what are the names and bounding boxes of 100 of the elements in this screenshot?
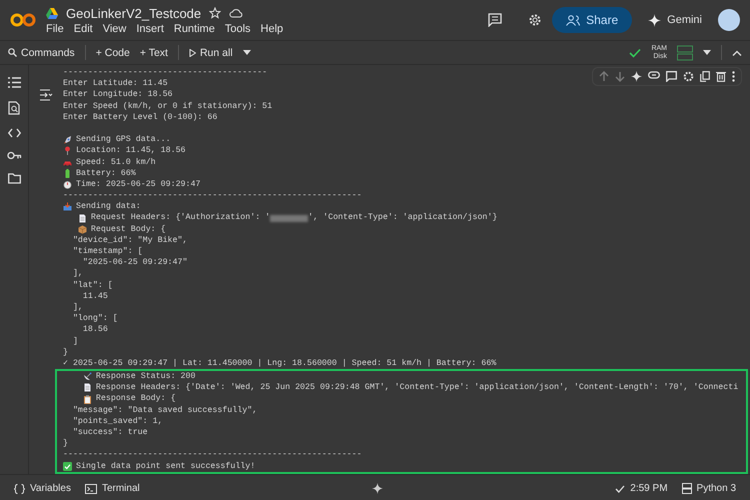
arrow-up-icon[interactable] [599,71,609,82]
find-icon[interactable] [8,101,20,115]
output-line: Battery: 66% [76,168,136,179]
output-line: Enter Longitude: 18.56 [63,89,173,101]
execution-time: 2:59 PM [630,483,668,494]
variables-button[interactable]: Variables [14,483,71,494]
output-line: } [63,346,68,358]
comment-icon[interactable] [666,71,677,82]
people-icon [566,14,580,26]
tray-icon [63,202,72,212]
output-line: "device_id": "My Bike", [72,234,188,246]
share-button[interactable]: Share [552,7,632,33]
key-icon[interactable] [6,151,22,160]
sparkle-icon[interactable] [372,483,384,494]
link-icon[interactable] [648,71,660,79]
output-line: Location: 11.45, 18.56 [76,145,186,157]
terminal-button[interactable]: Terminal [84,483,140,494]
check-icon [629,48,642,58]
drive-icon [46,8,58,18]
commands-button[interactable]: Commands [8,46,75,58]
server-icon [682,483,692,494]
gemini-button[interactable]: Gemini [642,12,708,28]
output-line: ', 'Content-Type': 'application/json'} [308,212,498,224]
menu-item[interactable]: View [102,22,126,34]
output-line: "lat": [ [72,280,113,291]
output-line: ----------------------------------------- [63,67,268,78]
settings-icon[interactable] [683,71,694,82]
output-line: "timestamp": [ [72,246,143,258]
output-line: ✓ 2025-06-25 09:29:47 | Lat: 11.450000 | Lng: 18.560000 | Speed: 51 km/h | Battery: 66% [63,358,496,370]
output-line: Speed: 51.0 km/h [76,156,156,168]
check-icon [615,484,626,492]
output-line: ------------------------------------------------------------ [63,449,362,461]
output-line: "points_saved": 1, [72,416,163,428]
output-line: Enter Latitude: 11.45 [63,78,168,90]
output-line: ], [72,268,83,280]
notebook-title[interactable]: GeoLinkerV2_Testcode [66,6,202,20]
menu-item[interactable]: Tools [224,22,251,34]
satellite-dish-icon [82,372,92,382]
output-toggle-icon[interactable] [39,89,53,101]
rocket-icon [63,135,72,144]
menu-item[interactable]: File [46,22,64,34]
check-box-icon [63,462,72,471]
run-all-button[interactable]: Run all [188,46,233,58]
folder-icon[interactable] [8,173,20,184]
braces-icon [14,484,25,494]
sparkle-icon[interactable] [631,71,642,82]
trash-icon[interactable] [716,71,726,82]
output-line: Request Headers: {'Authorization': ' [90,212,270,224]
add-code-button[interactable]: + Code [96,46,130,58]
output-line: Sending GPS data... [76,134,171,146]
output-line: Request Body: { [90,224,166,235]
add-text-button[interactable]: + Text [140,46,168,58]
toc-icon[interactable] [8,77,20,88]
search-icon [8,48,17,57]
play-icon [188,48,196,56]
output-line: ], [72,302,83,314]
output-line: Time: 2025-06-25 09:29:47 [76,178,200,190]
stopwatch-icon [63,180,72,189]
code-icon[interactable] [8,128,20,138]
output-line: Enter Speed (km/h, or 0 if stationary): 51 [63,100,272,112]
output-line: } [63,438,68,450]
logo-icon [10,12,36,28]
output-line: 18.56 [82,324,108,336]
battery-icon [63,168,72,178]
runtime-button[interactable]: Python 3 [682,483,736,494]
settings-icon[interactable] [528,13,542,27]
terminal-icon [84,484,97,494]
output-line: Sending data: [76,201,141,212]
output-line: Response Headers: {'Date': 'Wed, 25 Jun 2025 09:29:48 GMT', 'Content-Type': 'application/json', 'Content-Length': '70', 'Connecti [96,382,738,394]
package-icon [78,224,87,234]
page-icon [82,383,92,392]
star-icon[interactable] [209,7,222,19]
output-line: ] [72,336,78,347]
caret-icon[interactable] [242,50,251,55]
copy-icon[interactable] [700,71,710,82]
output-line: 11.45 [82,290,108,302]
output-line: "message": "Data saved successfully", [72,404,258,416]
more-icon[interactable] [732,71,735,82]
clipboard-icon [82,394,92,404]
cloud-icon [229,8,244,18]
menu-item[interactable]: Edit [74,22,93,34]
resource-meter-icon[interactable] [677,44,693,60]
output-line: Enter Battery Level (0-100): 66 [63,112,218,123]
menu-item[interactable]: Runtime [174,22,215,34]
sparkle-icon [648,14,662,26]
output-line: Response Status: 200 [96,371,196,382]
pin-icon [63,146,72,156]
page-icon [78,214,87,223]
menu-item[interactable]: Help [260,22,284,34]
menu-item[interactable]: Insert [136,22,164,34]
redacted-token [270,214,308,222]
output-line: "2025-06-25 09:29:47" [82,257,188,268]
output-line: "long": [ [72,313,118,324]
comment-icon[interactable] [488,13,502,27]
arrow-down-icon[interactable] [615,71,625,82]
output-line: ------------------------------------------------------------ [63,190,362,202]
collapse-icon[interactable] [732,50,742,56]
caret-icon[interactable] [703,50,711,55]
avatar[interactable] [718,9,740,31]
output-line: Response Body: { [96,393,176,405]
